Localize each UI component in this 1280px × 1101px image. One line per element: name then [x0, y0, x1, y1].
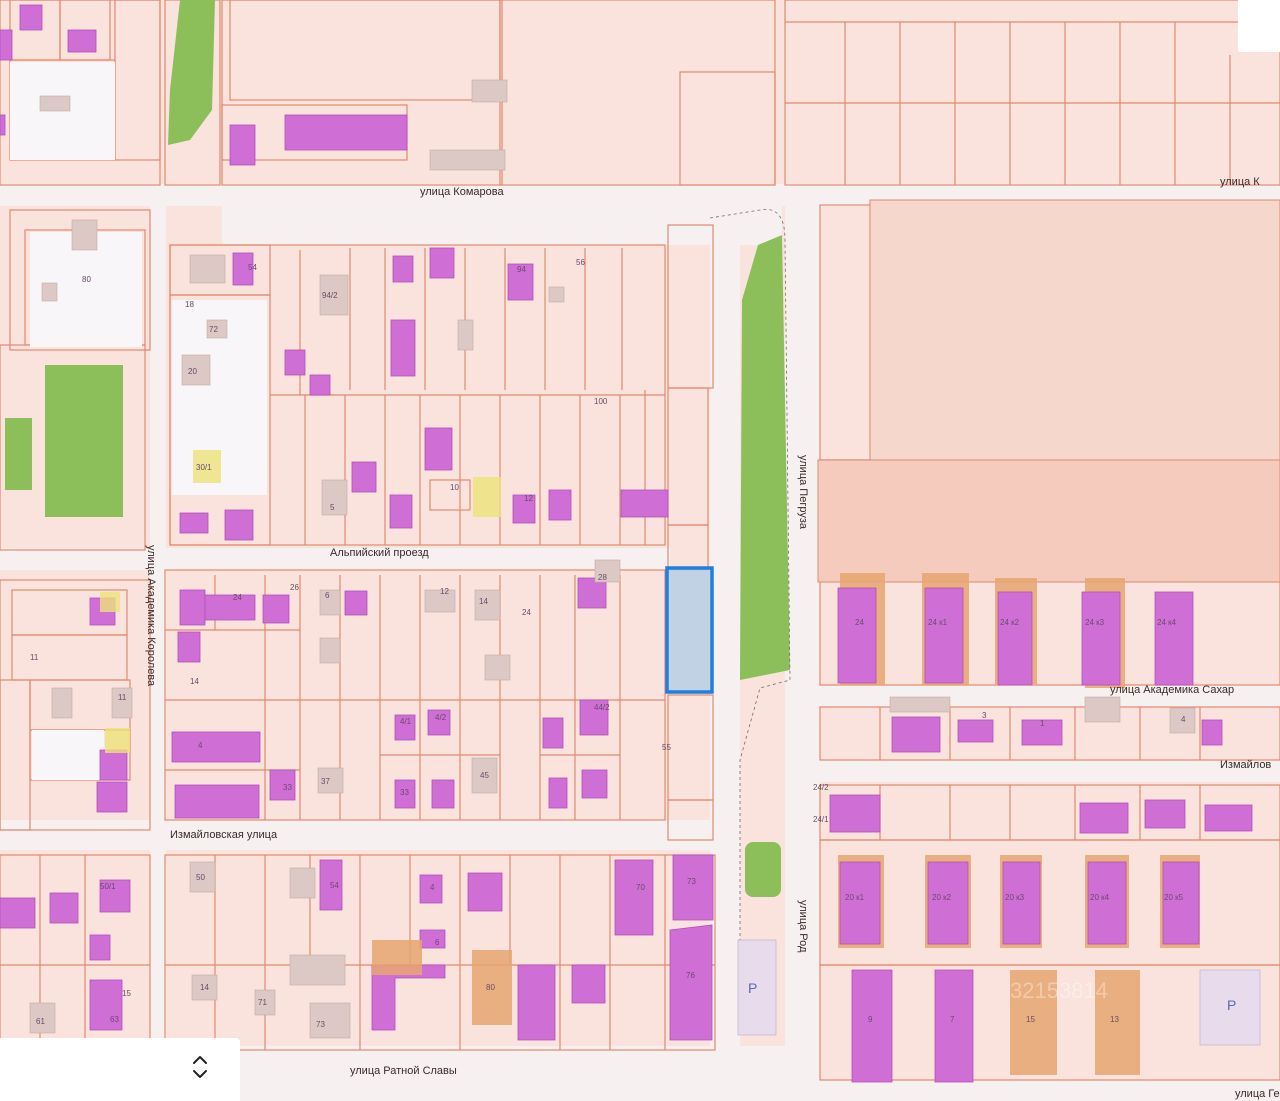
- street-label-koroleva: улица Академика Королева: [145, 545, 157, 687]
- svg-text:73: 73: [687, 877, 696, 886]
- parcel-large-right: [869, 199, 1280, 461]
- svg-text:15: 15: [1026, 1015, 1035, 1024]
- svg-text:7: 7: [950, 1015, 955, 1024]
- selected-parcel[interactable]: [665, 566, 714, 694]
- svg-text:6: 6: [435, 938, 440, 947]
- svg-text:37: 37: [321, 777, 330, 786]
- svg-text:54: 54: [330, 881, 339, 890]
- svg-text:50/1: 50/1: [100, 882, 116, 891]
- svg-text:44/2: 44/2: [594, 703, 610, 712]
- svg-text:94/2: 94/2: [322, 291, 338, 300]
- svg-text:5: 5: [330, 503, 335, 512]
- svg-text:45: 45: [480, 771, 489, 780]
- parcel-orange-right: [817, 459, 1280, 583]
- svg-text:70: 70: [636, 883, 645, 892]
- street-label-pegruza: улица Пегруза: [797, 455, 809, 530]
- svg-text:20 к1: 20 к1: [845, 893, 865, 902]
- svg-text:4: 4: [198, 741, 203, 750]
- svg-text:72: 72: [209, 325, 218, 334]
- svg-text:20 к5: 20 к5: [1164, 893, 1184, 902]
- svg-text:6: 6: [325, 591, 330, 600]
- svg-text:13: 13: [1110, 1015, 1119, 1024]
- street-label-general: улица Генера: [1235, 1088, 1280, 1100]
- street-label-alpiyskiy: Альпийский проезд: [330, 547, 429, 559]
- svg-text:4/2: 4/2: [435, 713, 447, 722]
- svg-text:24 к1: 24 к1: [928, 618, 948, 627]
- svg-text:1: 1: [1040, 719, 1045, 728]
- map-corner-panel: [1238, 0, 1280, 52]
- svg-text:12: 12: [524, 494, 533, 503]
- svg-text:3: 3: [982, 711, 987, 720]
- street-label-komarova-right: улица К: [1220, 176, 1260, 188]
- svg-text:18: 18: [185, 300, 194, 309]
- svg-text:50: 50: [196, 873, 205, 882]
- svg-text:12: 12: [440, 587, 449, 596]
- svg-text:26: 26: [290, 583, 299, 592]
- svg-text:80: 80: [82, 275, 91, 284]
- svg-text:4: 4: [1181, 715, 1186, 724]
- svg-text:28: 28: [598, 573, 607, 582]
- street-label-ratnoy-slavy: улица Ратной Славы: [350, 1065, 457, 1077]
- svg-text:4/1: 4/1: [400, 717, 412, 726]
- svg-text:20: 20: [188, 367, 197, 376]
- parking-label: P: [748, 980, 757, 996]
- svg-text:14: 14: [200, 983, 209, 992]
- svg-text:10: 10: [450, 483, 459, 492]
- cadastral-map[interactable]: улица Комарова улица К Альпийский проезд…: [0, 0, 1280, 1101]
- watermark: 32153814: [1010, 978, 1108, 1003]
- svg-text:24 к3: 24 к3: [1085, 618, 1105, 627]
- svg-text:24: 24: [233, 593, 242, 602]
- street-label-sakharova: улица Академика Сахар: [1110, 684, 1234, 696]
- svg-text:4: 4: [430, 883, 435, 892]
- svg-text:24/1: 24/1: [813, 815, 829, 824]
- svg-text:20 к4: 20 к4: [1090, 893, 1110, 902]
- svg-text:14: 14: [190, 677, 199, 686]
- svg-text:94: 94: [517, 265, 526, 274]
- svg-text:76: 76: [686, 971, 695, 980]
- svg-text:24/2: 24/2: [813, 783, 829, 792]
- svg-text:24: 24: [855, 618, 864, 627]
- svg-text:30/1: 30/1: [196, 463, 212, 472]
- svg-text:33: 33: [283, 783, 292, 792]
- svg-text:24 к2: 24 к2: [1000, 618, 1020, 627]
- svg-text:15: 15: [122, 989, 131, 998]
- svg-text:71: 71: [258, 998, 267, 1007]
- street-label-izmailovskaya: Измайловская улица: [170, 829, 278, 841]
- svg-text:55: 55: [662, 743, 671, 752]
- svg-text:54: 54: [248, 263, 257, 272]
- street-label-komarova: улица Комарова: [420, 186, 504, 198]
- svg-text:14: 14: [479, 597, 488, 606]
- svg-text:100: 100: [594, 397, 608, 406]
- svg-text:11: 11: [30, 653, 39, 662]
- street-label-rod: улица Род: [797, 900, 809, 953]
- svg-text:63: 63: [110, 1015, 119, 1024]
- street-label-izmailov-right: Измайлов: [1220, 759, 1271, 771]
- parking-label: P: [1227, 997, 1236, 1013]
- sort-arrows-icon[interactable]: [190, 1052, 210, 1082]
- svg-text:80: 80: [486, 983, 495, 992]
- svg-text:9: 9: [868, 1015, 873, 1024]
- svg-text:20 к2: 20 к2: [932, 893, 952, 902]
- svg-text:61: 61: [36, 1017, 45, 1026]
- svg-text:24: 24: [522, 608, 531, 617]
- svg-text:11: 11: [118, 693, 127, 702]
- svg-text:73: 73: [316, 1020, 325, 1029]
- svg-text:33: 33: [400, 788, 409, 797]
- svg-text:56: 56: [576, 258, 585, 267]
- svg-text:24 к4: 24 к4: [1157, 618, 1177, 627]
- svg-text:20 к3: 20 к3: [1005, 893, 1025, 902]
